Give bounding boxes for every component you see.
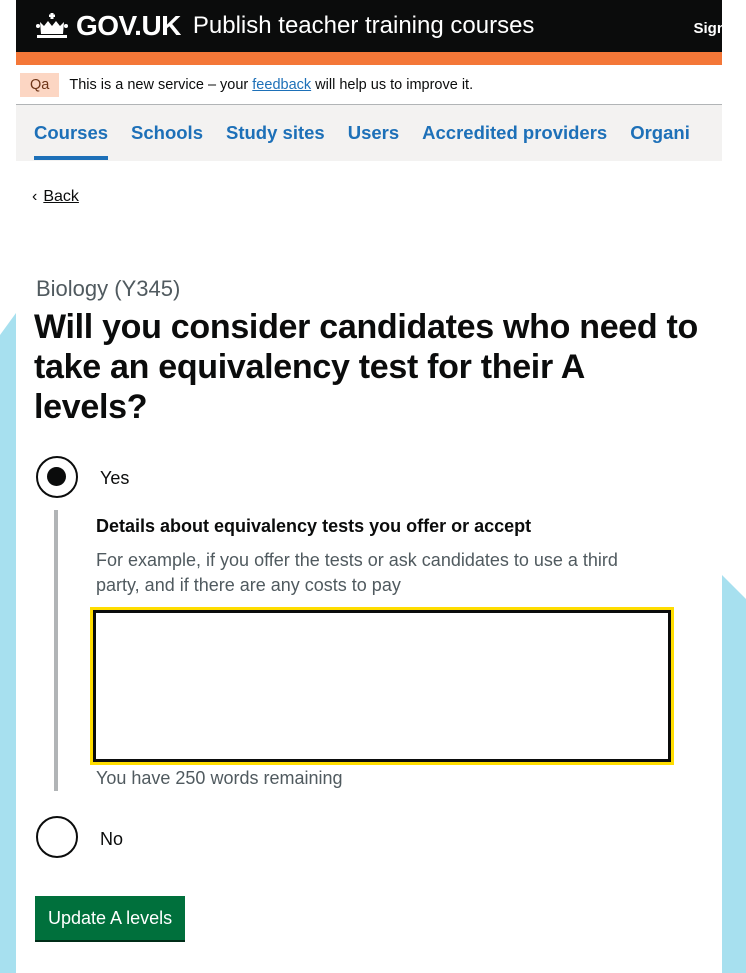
page: GOV.UK Publish teacher training courses … (16, 0, 722, 973)
nav-item-users[interactable]: Users (348, 122, 399, 160)
back-link[interactable]: ‹ Back (32, 188, 79, 206)
phase-tag: Qa (20, 72, 60, 97)
govuk-logo-text[interactable]: GOV.UK (76, 10, 181, 42)
phase-banner: Qa This is a new service – your feedback… (16, 65, 722, 105)
details-hint: For example, if you offer the tests or a… (96, 550, 618, 596)
word-count-message: You have 250 words remaining (96, 768, 343, 788)
sign-out-link[interactable]: Sign (694, 20, 723, 37)
nav-item-courses[interactable]: Courses (34, 122, 109, 160)
page-caption: Biology (Y345) (36, 276, 181, 301)
phase-text: This is a new service – your feedback wi… (69, 76, 474, 93)
nav-item-study-sites[interactable]: Study sites (226, 122, 325, 160)
radio-yes[interactable] (36, 456, 78, 498)
details-textarea[interactable] (90, 607, 674, 765)
nav-item-accredited-providers[interactable]: Accredited providers (422, 122, 607, 160)
nav-item-organisations[interactable]: Organi (630, 122, 690, 160)
radio-yes-label[interactable]: Yes (100, 468, 129, 489)
nav-item-schools[interactable]: Schools (131, 122, 203, 160)
crown-icon (36, 13, 68, 38)
chevron-left-icon: ‹ (32, 188, 38, 205)
feedback-link[interactable]: feedback (252, 77, 311, 93)
details-label: Details about equivalency tests you offe… (96, 516, 532, 536)
service-name[interactable]: Publish teacher training courses (193, 12, 535, 40)
header-accent-bar (16, 52, 722, 65)
page-title: Will you consider candidates who need to… (34, 308, 699, 427)
govuk-header: GOV.UK Publish teacher training courses … (16, 0, 722, 52)
update-a-levels-button[interactable]: Update A levels (35, 896, 186, 940)
decorative-wedge-left (0, 313, 16, 973)
radio-no-label[interactable]: No (100, 829, 123, 850)
conditional-reveal-border (54, 510, 58, 791)
radio-selected-dot (47, 467, 66, 486)
radio-no[interactable] (36, 816, 78, 858)
primary-navigation: Courses Schools Study sites Users Accred… (16, 105, 722, 161)
